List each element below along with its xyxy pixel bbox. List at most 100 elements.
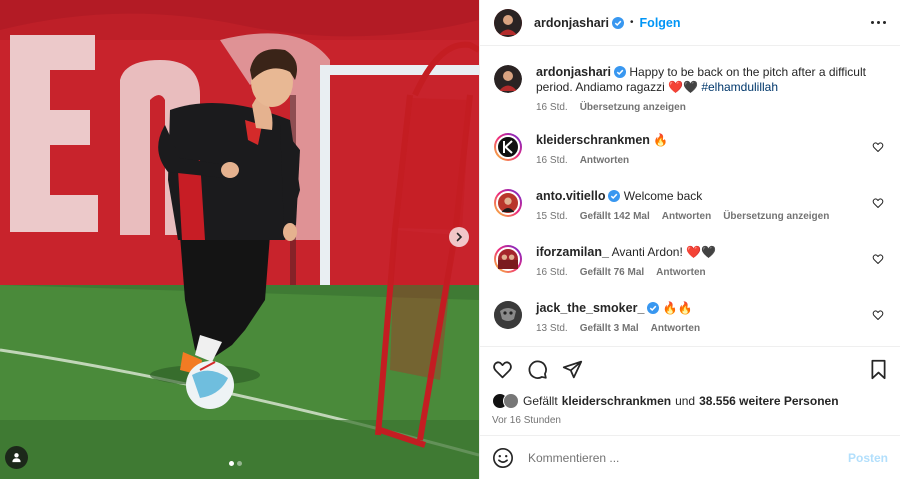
comment-row: jack_the_smoker_ 🔥🔥 13 Std. Gefällt 3 Ma… [494,301,886,345]
verified-badge-icon [647,302,660,314]
comment-text: 🔥 [653,133,669,147]
comment-like-heart-icon[interactable] [872,141,884,153]
comment-username[interactable]: iforzamilan_ [536,245,609,259]
likes-middle: und [675,394,696,408]
post-date[interactable]: Vor 16 Stunden [492,415,888,426]
comment-time[interactable]: 13 Std. [536,323,568,334]
caption-row: ardonjashari Happy to be back on the pit… [494,65,886,121]
comment-reply-button[interactable]: Antworten [580,155,629,166]
comment-body: iforzamilan_ Avanti Ardon! ❤️🖤 16 Std. G… [536,245,886,278]
comment-likes-count[interactable]: Gefällt 76 Mal [580,267,644,278]
comment-avatar-image [496,135,520,159]
caption-author-avatar[interactable] [494,65,522,93]
carousel-indicator [229,461,242,466]
comment-username[interactable]: kleiderschrankmen [536,133,650,147]
comment-meta: 16 Std. Gefällt 76 Mal Antworten [536,267,886,278]
author-photo [494,65,522,93]
comment-body: jack_the_smoker_ 🔥🔥 13 Std. Gefällt 3 Ma… [536,301,886,334]
comment-avatar[interactable] [494,301,522,329]
comment-text-block: kleiderschrankmen 🔥 [536,133,886,148]
comment-text-block: iforzamilan_ Avanti Ardon! ❤️🖤 [536,245,886,260]
post-photo [0,0,479,479]
comment-avatar-image [496,191,520,215]
post-actions: Gefällt kleiderschrankmen und 38.556 wei… [480,346,900,426]
action-icons [492,357,888,381]
k-logo-icon [503,140,513,154]
paper-plane-icon[interactable] [562,359,583,380]
comment-time[interactable]: 16 Std. [536,155,568,166]
more-options-button[interactable] [871,21,886,24]
instagram-post-view: ardonjashari • Folgen ardonjashari Happy… [0,0,900,479]
comment-meta: 13 Std. Gefällt 3 Mal Antworten [536,323,886,334]
chevron-right-icon [456,232,463,242]
verified-badge-icon [608,190,621,202]
carousel-dot-active [229,461,234,466]
comment-avatar-image [496,247,520,271]
carousel-next-button[interactable] [449,227,469,247]
post-side-panel: ardonjashari • Folgen ardonjashari Happy… [479,0,900,479]
post-header: ardonjashari • Folgen [480,0,900,46]
smoker-photo [494,301,522,329]
caption-body: ardonjashari Happy to be back on the pit… [536,65,886,113]
caption-hashtag-link[interactable]: #elhamdulillah [701,80,778,94]
liker-avatar [503,393,519,409]
comment-meta: 16 Std. Antworten [536,155,886,166]
smiley-icon[interactable] [492,447,514,469]
more-dot [877,21,880,24]
comment-text: Welcome back [623,189,703,203]
comment-avatar[interactable] [494,189,522,217]
comment-time[interactable]: 16 Std. [536,267,568,278]
author-username[interactable]: ardonjashari [534,16,609,30]
verified-badge-icon [612,16,625,29]
comment-reply-button[interactable]: Antworten [662,211,711,222]
post-comment-button[interactable]: Posten [848,451,888,465]
separator-dot: • [630,17,634,28]
comment-like-heart-icon[interactable] [872,309,884,321]
comment-translate-link[interactable]: Übersetzung anzeigen [723,211,829,222]
person-photo [501,197,515,213]
comment-bubble-icon[interactable] [527,359,548,380]
caption-author-username[interactable]: ardonjashari [536,65,611,79]
likes-others-link[interactable]: 38.556 weitere Personen [699,394,838,408]
comment-time[interactable]: 15 Std. [536,211,568,222]
caption-text-block: ardonjashari Happy to be back on the pit… [536,65,886,95]
comment-row: kleiderschrankmen 🔥 16 Std. Antworten [494,133,886,189]
comment-avatar[interactable] [494,245,522,273]
comment-meta: 15 Std. Gefällt 142 Mal Antworten Überse… [536,211,886,222]
comment-username[interactable]: anto.vitiello [536,189,605,203]
comment-composer: Posten [480,435,900,479]
comment-likes-count[interactable]: Gefällt 3 Mal [580,323,639,334]
comment-username[interactable]: jack_the_smoker_ [536,301,644,315]
team-photo [498,254,518,269]
likes-user-link[interactable]: kleiderschrankmen [562,394,671,408]
comment-row: anto.vitiello Welcome back 15 Std. Gefäl… [494,189,886,245]
follow-button[interactable]: Folgen [640,16,681,30]
comment-reply-button[interactable]: Antworten [656,267,705,278]
comment-input[interactable] [528,450,848,465]
comment-like-heart-icon[interactable] [872,197,884,209]
heart-icon[interactable] [492,359,513,380]
comment-text-block: anto.vitiello Welcome back [536,189,886,204]
comment-row: iforzamilan_ Avanti Ardon! ❤️🖤 16 Std. G… [494,245,886,301]
likes-prefix: Gefällt [523,394,558,408]
author-photo [494,8,522,37]
comment-text: 🔥🔥 [662,301,693,315]
carousel-dot [237,461,242,466]
tagged-users-button[interactable] [5,446,28,469]
more-dots-icon [871,21,874,24]
bookmark-icon[interactable] [869,359,888,380]
comment-likes-count[interactable]: Gefällt 142 Mal [580,211,650,222]
comment-reply-button[interactable]: Antworten [651,323,700,334]
comment-text-block: jack_the_smoker_ 🔥🔥 [536,301,886,316]
author-avatar[interactable] [494,8,522,37]
likes-summary: Gefällt kleiderschrankmen und 38.556 wei… [492,393,888,409]
caption-time[interactable]: 16 Std. [536,102,568,113]
comment-like-heart-icon[interactable] [872,253,884,265]
comment-avatar[interactable] [494,133,522,161]
caption-meta: 16 Std. Übersetzung anzeigen [536,102,886,113]
comment-body: anto.vitiello Welcome back 15 Std. Gefäl… [536,189,886,222]
user-tag-icon [12,453,21,463]
comments-list[interactable]: ardonjashari Happy to be back on the pit… [480,47,900,345]
caption-translate-link[interactable]: Übersetzung anzeigen [580,102,686,113]
verified-badge-icon [614,66,627,78]
